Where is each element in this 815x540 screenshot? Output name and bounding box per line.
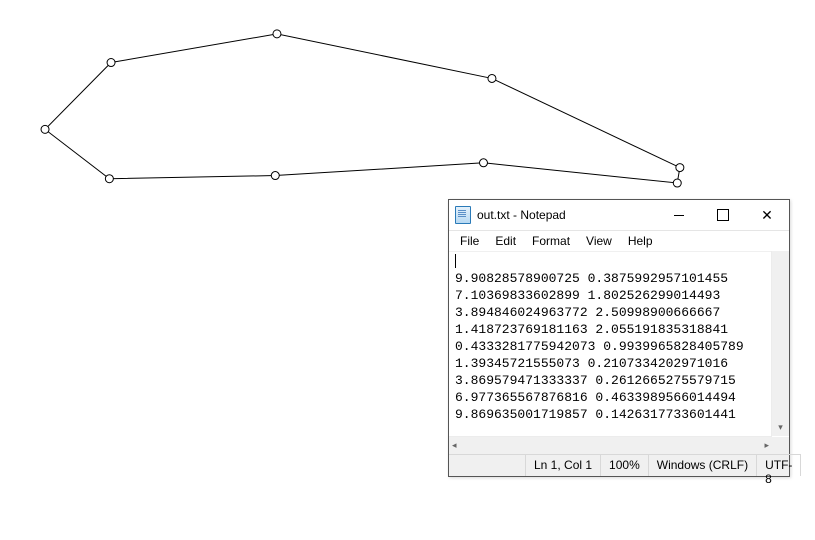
status-eol: Windows (CRLF)	[649, 454, 757, 476]
close-button[interactable]: ✕	[745, 200, 789, 230]
vertex-handle[interactable]	[273, 30, 281, 38]
text-caret	[455, 254, 456, 268]
scroll-right-icon: ▸	[761, 437, 772, 454]
vertex-handle[interactable]	[41, 125, 49, 133]
maximize-icon	[717, 209, 729, 221]
vertex-handle[interactable]	[676, 164, 684, 172]
scroll-down-icon: ▾	[775, 419, 786, 436]
maximize-button[interactable]	[701, 200, 745, 230]
minimize-button[interactable]	[657, 200, 701, 230]
status-encoding: UTF-8	[757, 454, 801, 476]
titlebar[interactable]: out.txt - Notepad ✕	[449, 200, 789, 231]
menu-help[interactable]: Help	[621, 232, 660, 250]
close-icon: ✕	[761, 208, 773, 222]
statusbar: Ln 1, Col 1 100% Windows (CRLF) UTF-8	[449, 454, 789, 476]
vertex-handle[interactable]	[673, 179, 681, 187]
menu-format[interactable]: Format	[525, 232, 577, 250]
status-spacer	[449, 454, 526, 476]
vertex-handle[interactable]	[271, 172, 279, 180]
horizontal-scrollbar[interactable]: ◂ ▸	[449, 436, 772, 454]
vertex-handle[interactable]	[105, 175, 113, 183]
vertex-handle[interactable]	[488, 74, 496, 82]
menu-view[interactable]: View	[579, 232, 619, 250]
vertex-handle[interactable]	[479, 159, 487, 167]
scrollbar-corner	[772, 437, 789, 454]
status-position: Ln 1, Col 1	[526, 454, 601, 476]
vertex-handle[interactable]	[107, 59, 115, 67]
minimize-icon	[674, 215, 684, 216]
status-zoom: 100%	[601, 454, 649, 476]
notepad-document-icon	[455, 206, 471, 224]
menu-file[interactable]: File	[453, 232, 486, 250]
vertical-scrollbar[interactable]: ▾	[771, 251, 789, 436]
notepad-window: out.txt - Notepad ✕ File Edit Format Vie…	[448, 199, 790, 477]
text-area[interactable]: 9.90828578900725 0.3875992957101455 7.10…	[449, 251, 789, 436]
window-title: out.txt - Notepad	[477, 208, 657, 222]
scroll-left-icon: ◂	[449, 437, 460, 454]
menu-edit[interactable]: Edit	[488, 232, 523, 250]
menubar: File Edit Format View Help	[449, 231, 789, 252]
